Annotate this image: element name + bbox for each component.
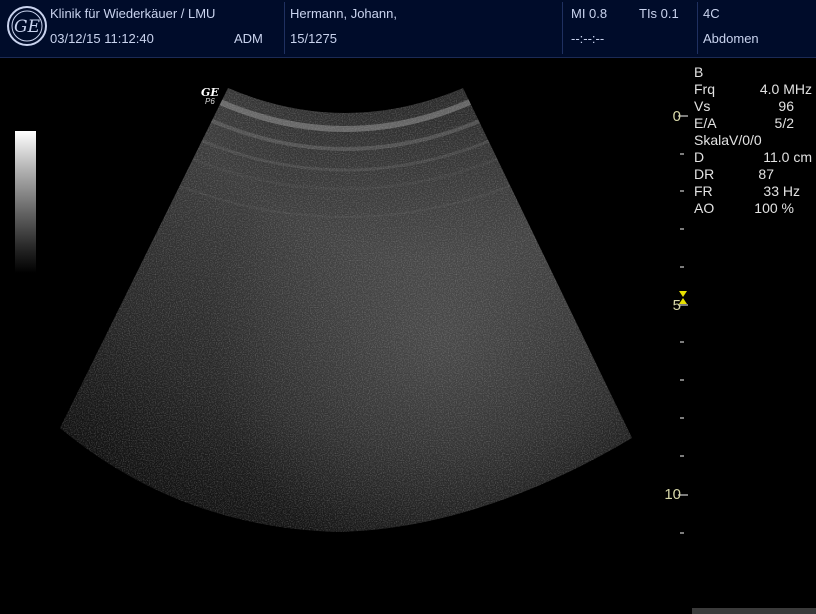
param-frame-rate: FR 33 Hz	[694, 183, 812, 200]
param-value: 96	[778, 98, 794, 114]
param-value: 100 %	[754, 200, 794, 216]
patient-name: Hermann, Johann,	[290, 6, 397, 21]
param-key: Vs	[694, 98, 711, 114]
param-value: 5/2	[774, 115, 794, 131]
param-key: FR	[694, 183, 713, 199]
imaging-mode: B	[694, 64, 704, 80]
patient-id: 15/1275	[290, 31, 337, 46]
param-value: 87	[758, 166, 774, 182]
time-placeholder: --:--:--	[571, 31, 605, 46]
param-value: 11.0 cm	[763, 149, 812, 165]
depth-label-10: 10	[664, 486, 681, 503]
header-divider	[284, 2, 285, 54]
depth-label-0: 0	[672, 108, 681, 125]
param-dynamic-range: DR 87	[694, 166, 812, 183]
tis-index: TIs 0.1	[639, 6, 679, 21]
institution-label: Klinik für Wiederkäuer / LMU	[50, 6, 216, 21]
param-key: D	[694, 149, 705, 165]
svg-text:GE: GE	[14, 17, 41, 37]
operator-label: ADM	[234, 31, 263, 46]
ge-logo-icon: GE	[7, 6, 47, 46]
param-ea: E/A 5/2	[694, 115, 812, 132]
param-key: SkalaV/0/0	[694, 132, 762, 148]
header-divider	[562, 2, 563, 54]
param-depth: D 11.0 cm	[694, 149, 812, 166]
probe-label: 4C	[703, 6, 720, 21]
param-frequency: Frq 4.0 MHz	[694, 81, 812, 98]
param-acoustic-output: AO 100 %	[694, 200, 812, 217]
param-key: DR	[694, 166, 715, 182]
depth-label-5: 5	[672, 297, 681, 314]
param-value: 4.0 MHz	[759, 81, 812, 97]
header-bar: GE Klinik für Wiederkäuer / LMU 03/12/15…	[0, 0, 816, 58]
param-key: Frq	[694, 81, 715, 97]
param-vs: Vs 96	[694, 98, 812, 115]
param-key: E/A	[694, 115, 717, 131]
param-skala: SkalaV/0/0	[694, 132, 812, 149]
preset-label: Abdomen	[703, 31, 759, 46]
grayscale-bar	[15, 131, 36, 273]
param-key: AO	[694, 200, 715, 216]
mi-index: MI 0.8	[571, 6, 608, 21]
image-probe-code: P6	[205, 97, 215, 106]
exam-datetime: 03/12/15 11:12:40	[50, 31, 154, 46]
header-divider	[697, 2, 698, 54]
param-value: 33 Hz	[763, 183, 800, 199]
imaging-parameters: B Frq 4.0 MHz Vs 96 E/A 5/2 SkalaV/0/0 D…	[694, 64, 812, 217]
